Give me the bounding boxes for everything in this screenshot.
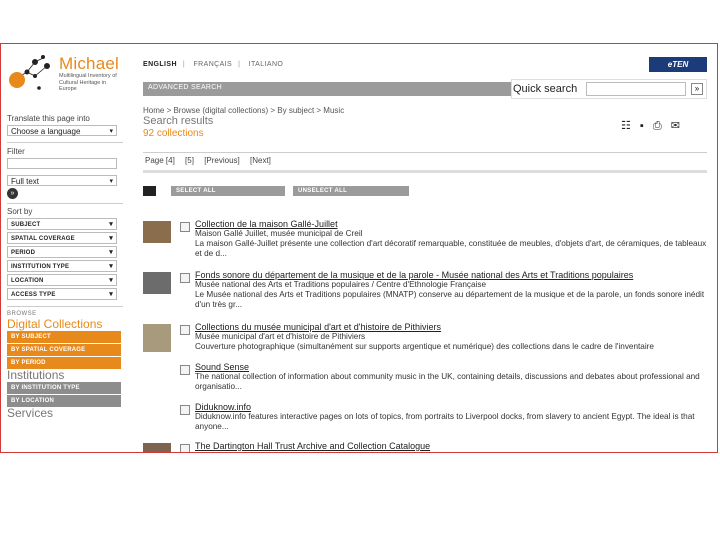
browse-by-subject-button[interactable]: BY SUBJECT: [7, 331, 121, 343]
result-thumbnail[interactable]: [143, 324, 171, 352]
filter-type-select[interactable]: Full text: [7, 175, 117, 187]
sort-spatial-coverage[interactable]: SPATIAL COVERAGE: [7, 232, 117, 245]
result-title-link[interactable]: Collection de la maison Gallé-Juillet: [195, 219, 713, 229]
browse-by-institution-type-button[interactable]: BY INSTITUTION TYPE: [7, 382, 121, 394]
language-switcher: ENGLISH | FRANÇAIS | ITALIANO: [143, 61, 284, 68]
result-item: Fonds sonore du département de la musiqu…: [143, 270, 713, 316]
selection-toolbar: SELECT ALL UNSELECT ALL: [143, 186, 409, 196]
result-item: Collection de la maison Gallé-Juillet Ma…: [143, 219, 713, 258]
result-checkbox[interactable]: [180, 273, 190, 283]
pager-page-5[interactable]: [5]: [185, 156, 194, 165]
result-description: Le Musée national des Arts et Traditions…: [195, 290, 705, 309]
sidebar: Translate this page into Choose a langua…: [7, 114, 123, 420]
breadcrumb: Home > Browse (digital collections) > By…: [143, 106, 345, 115]
result-text: Sound Sense The national collection of i…: [195, 362, 713, 392]
translate-label: Translate this page into: [7, 114, 90, 123]
result-text: Collections du musée municipal d'art et …: [195, 322, 713, 352]
language-select[interactable]: Choose a language: [7, 125, 117, 137]
browse-by-spatial-coverage-button[interactable]: BY SPATIAL COVERAGE: [7, 344, 121, 356]
result-checkbox[interactable]: [180, 325, 190, 335]
filter-go-button[interactable]: »: [7, 188, 18, 199]
pager: Page [4] [5] [Previous] [Next]: [145, 156, 279, 165]
filter-label: Filter: [7, 147, 25, 156]
result-text: The Dartington Hall Trust Archive and Co…: [195, 441, 713, 451]
sort-access-type[interactable]: ACCESS TYPE: [7, 288, 117, 301]
basket-icon[interactable]: [143, 186, 156, 196]
result-institution: Musée municipal d'art et d'histoire de P…: [195, 332, 366, 341]
sort-subject[interactable]: SUBJECT: [7, 218, 117, 231]
sidebar-divider: [7, 203, 123, 204]
result-title-link[interactable]: Sound Sense: [195, 362, 713, 372]
result-title-link[interactable]: The Dartington Hall Trust Archive and Co…: [195, 441, 713, 451]
quick-search-button[interactable]: »: [691, 83, 703, 95]
page-title: Search results: [143, 115, 214, 127]
quick-search-label: Quick search: [513, 83, 578, 95]
result-title-link[interactable]: Fonds sonore du département de la musiqu…: [195, 270, 713, 280]
result-item: Sound Sense The national collection of i…: [143, 362, 713, 396]
result-thumbnail[interactable]: [143, 221, 171, 243]
lang-italiano[interactable]: ITALIANO: [249, 61, 284, 68]
sidebar-divider: [7, 306, 123, 307]
result-description: La maison Gallé-Juillet présente une col…: [195, 239, 707, 258]
quick-search: Quick search »: [511, 79, 707, 99]
logo-tagline: Multilingual Inventory of Cultural Herit…: [59, 73, 117, 92]
result-institution: Maison Gallé Juillet, musée municipal de…: [195, 229, 363, 238]
result-item: The Dartington Hall Trust Archive and Co…: [143, 441, 713, 452]
result-title-link[interactable]: Collections du musée municipal d'art et …: [195, 322, 713, 332]
result-title-link[interactable]: Diduknow.info: [195, 402, 713, 412]
lang-english[interactable]: ENGLISH: [143, 61, 177, 68]
pager-divider: [143, 152, 707, 153]
page-frame: Michael Multilingual Inventory of Cultur…: [0, 43, 718, 453]
result-text: Collection de la maison Gallé-Juillet Ma…: [195, 219, 713, 259]
quick-search-input[interactable]: [586, 82, 686, 96]
select-all-button[interactable]: SELECT ALL: [171, 186, 285, 196]
result-count: 92 collections: [143, 128, 204, 139]
result-item: Collections du musée municipal d'art et …: [143, 322, 713, 358]
result-institution: Musée national des Arts et Traditions po…: [195, 280, 487, 289]
unselect-all-button[interactable]: UNSELECT ALL: [293, 186, 409, 196]
institutions-heading[interactable]: Institutions: [7, 368, 123, 382]
pager-bar: [143, 170, 707, 173]
sort-institution-type[interactable]: INSTITUTION TYPE: [7, 260, 117, 273]
advanced-search-link[interactable]: ADVANCED SEARCH: [148, 84, 222, 91]
result-checkbox[interactable]: [180, 365, 190, 375]
result-text: Fonds sonore du département de la musiqu…: [195, 270, 713, 310]
eten-logo: eTEN: [649, 57, 707, 72]
sidebar-divider: [7, 142, 123, 143]
result-description: Couverture photographique (simultanément…: [195, 342, 654, 351]
result-checkbox[interactable]: [180, 444, 190, 452]
result-description: Diduknow.info features interactive pages…: [195, 412, 695, 431]
sort-location[interactable]: LOCATION: [7, 274, 117, 287]
digital-collections-heading[interactable]: Digital Collections: [7, 317, 123, 331]
filter-input[interactable]: [7, 158, 117, 169]
pager-previous[interactable]: [Previous]: [204, 156, 240, 165]
michael-logo[interactable]: Michael Multilingual Inventory of Cultur…: [5, 48, 125, 100]
sort-period[interactable]: PERIOD: [7, 246, 117, 259]
result-thumbnail[interactable]: [143, 272, 171, 294]
rss-print-email-icons[interactable]: ☷ ▪ ⎙ ✉: [621, 120, 683, 132]
logo-dots-icon: [9, 55, 50, 90]
pager-next[interactable]: [Next]: [250, 156, 271, 165]
sort-label: Sort by: [7, 207, 33, 216]
logo-wordmark: Michael: [59, 54, 119, 73]
result-thumbnail[interactable]: [143, 443, 171, 452]
result-text: Diduknow.info Diduknow.info features int…: [195, 402, 713, 432]
result-checkbox[interactable]: [180, 405, 190, 415]
result-tools: ☷ ▪ ⎙ ✉: [621, 119, 683, 133]
result-checkbox[interactable]: [180, 222, 190, 232]
result-item: Diduknow.info Diduknow.info features int…: [143, 402, 713, 436]
services-heading[interactable]: Services: [7, 406, 123, 420]
pager-page-4[interactable]: Page [4]: [145, 156, 175, 165]
lang-francais[interactable]: FRANÇAIS: [194, 61, 233, 68]
result-description: The national collection of information a…: [195, 372, 700, 391]
